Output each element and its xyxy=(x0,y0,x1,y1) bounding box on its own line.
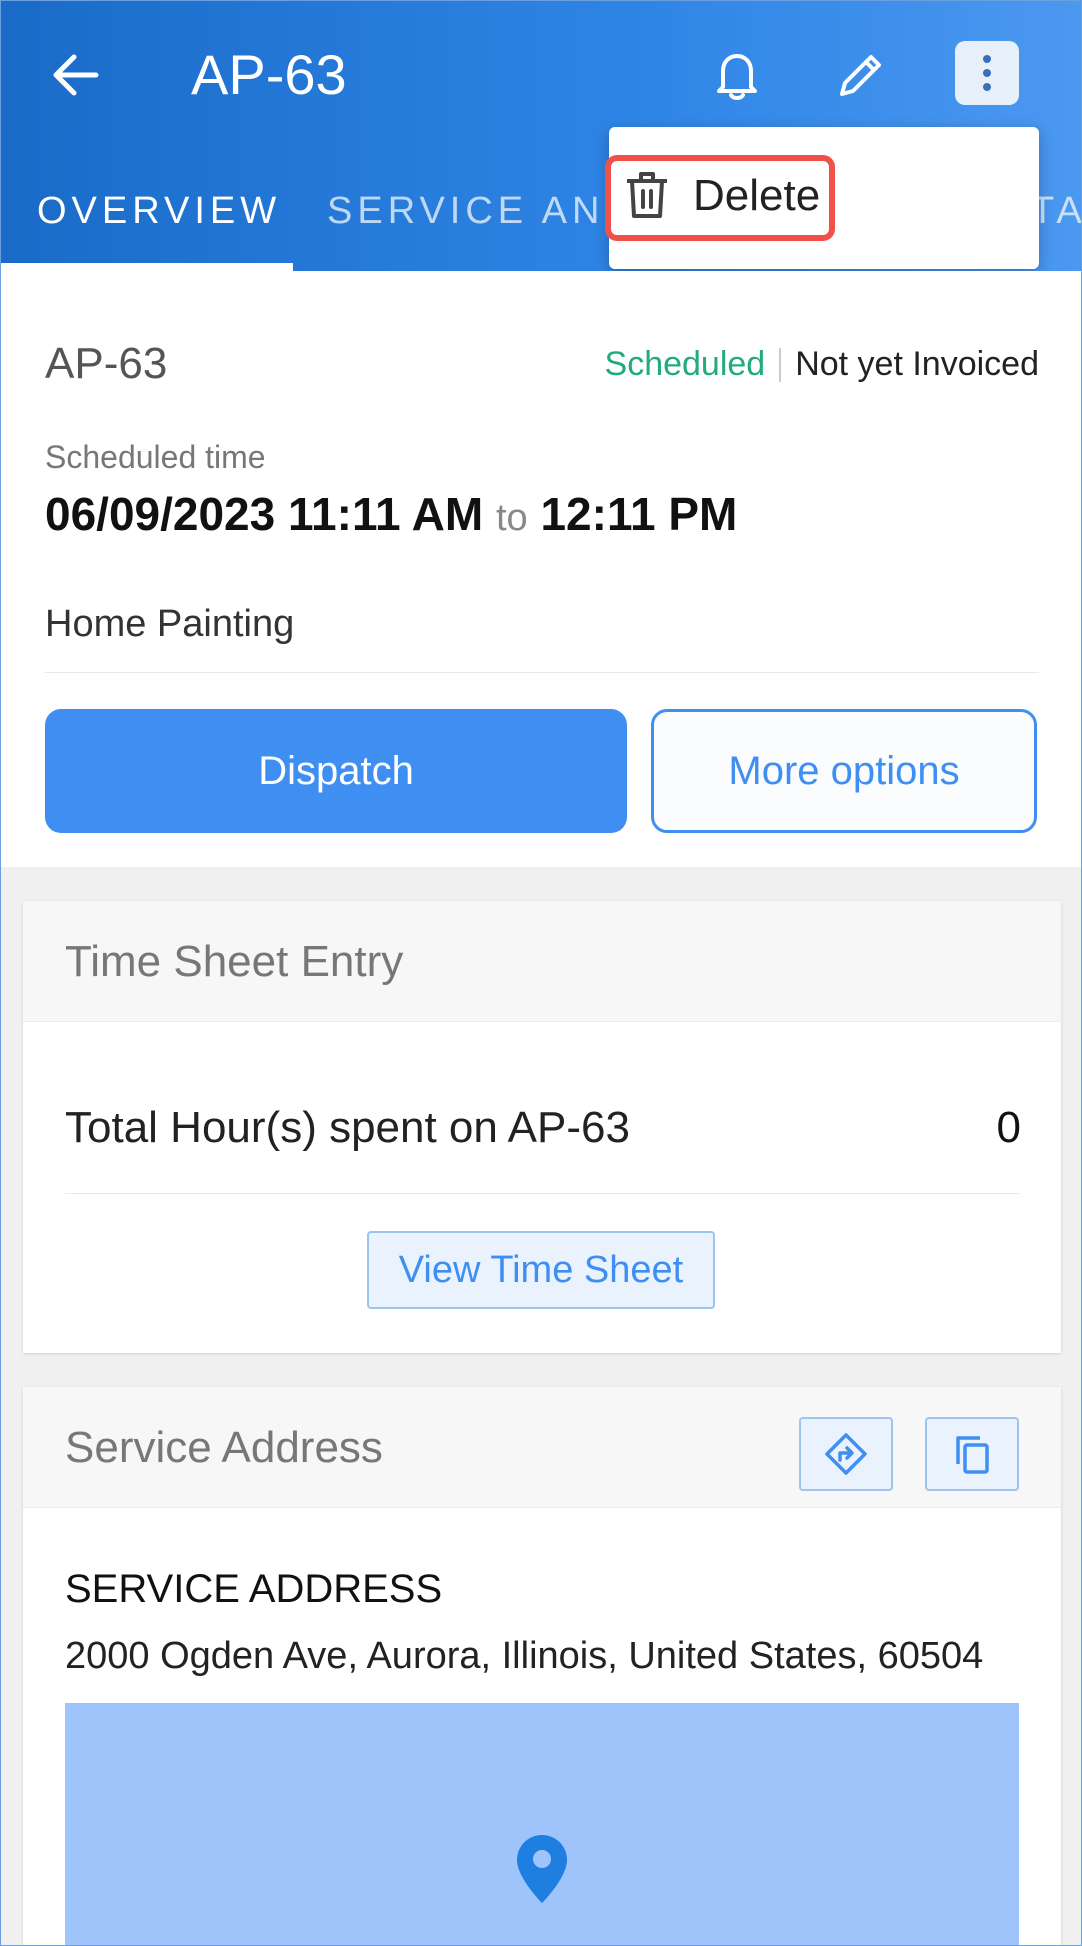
card-header: Service Address xyxy=(23,1387,1061,1508)
status-badge: Scheduled xyxy=(604,345,766,383)
to-separator: to xyxy=(495,497,528,539)
total-hours-label: Total Hour(s) spent on AP-63 xyxy=(65,1103,630,1152)
copy-address-button[interactable] xyxy=(925,1417,1019,1491)
arrow-left-icon xyxy=(53,54,99,96)
bell-icon xyxy=(717,54,757,100)
notifications-button[interactable] xyxy=(701,39,773,111)
directions-button[interactable] xyxy=(799,1417,893,1491)
scheduled-time-label: Scheduled time xyxy=(45,439,266,475)
card-title: Time Sheet Entry xyxy=(65,937,404,986)
card-header: Time Sheet Entry xyxy=(23,901,1061,1022)
overflow-menu: Delete xyxy=(605,127,1039,269)
pencil-icon xyxy=(840,55,881,96)
dispatch-button[interactable]: Dispatch xyxy=(45,709,627,833)
status-row: Scheduled Not yet Invoiced xyxy=(605,345,1039,384)
map-pin-icon xyxy=(517,1835,567,1903)
end-time: 12:11 PM xyxy=(540,488,738,540)
time-sheet-card: Time Sheet Entry Total Hour(s) spent on … xyxy=(23,901,1061,1353)
tab-overview[interactable]: OVERVIEW xyxy=(37,171,281,271)
service-address-card: Service Address SERVICE ADDRESS 2000 Ogd… xyxy=(23,1387,1061,1945)
scheduled-time-value: 06/09/2023 11:11 AM to 12:11 PM xyxy=(45,487,737,541)
tab-service-and[interactable]: SERVICE AND xyxy=(327,171,637,271)
service-address-value: 2000 Ogden Ave, Aurora, Illinois, United… xyxy=(65,1635,984,1677)
more-options-button[interactable]: More options xyxy=(651,709,1037,833)
divider xyxy=(45,672,1039,673)
job-type: Home Painting xyxy=(45,603,295,645)
highlight-box xyxy=(605,155,835,241)
edit-button[interactable] xyxy=(825,39,897,111)
start-time: 06/09/2023 11:11 AM xyxy=(45,488,484,540)
directions-icon xyxy=(825,1433,867,1475)
copy-icon xyxy=(956,1436,989,1474)
more-menu-button[interactable] xyxy=(955,41,1019,105)
divider xyxy=(779,347,782,382)
divider xyxy=(65,1193,1019,1194)
active-tab-indicator xyxy=(1,263,293,271)
job-id: AP-63 xyxy=(45,339,168,388)
page-title: AP-63 xyxy=(191,43,347,106)
total-hours-value: 0 xyxy=(996,1103,1021,1152)
card-title: Service Address xyxy=(65,1423,383,1472)
service-address-label: SERVICE ADDRESS xyxy=(65,1567,443,1611)
view-time-sheet-button[interactable]: View Time Sheet xyxy=(367,1231,715,1309)
map-view[interactable] xyxy=(65,1703,1019,1945)
app-frame: AP-63 OVERVIEW SERVICE AND TA Delete AP-… xyxy=(0,0,1082,1946)
invoice-status: Not yet Invoiced xyxy=(795,345,1039,383)
kebab-menu-icon xyxy=(983,55,991,91)
back-button[interactable] xyxy=(39,39,111,111)
